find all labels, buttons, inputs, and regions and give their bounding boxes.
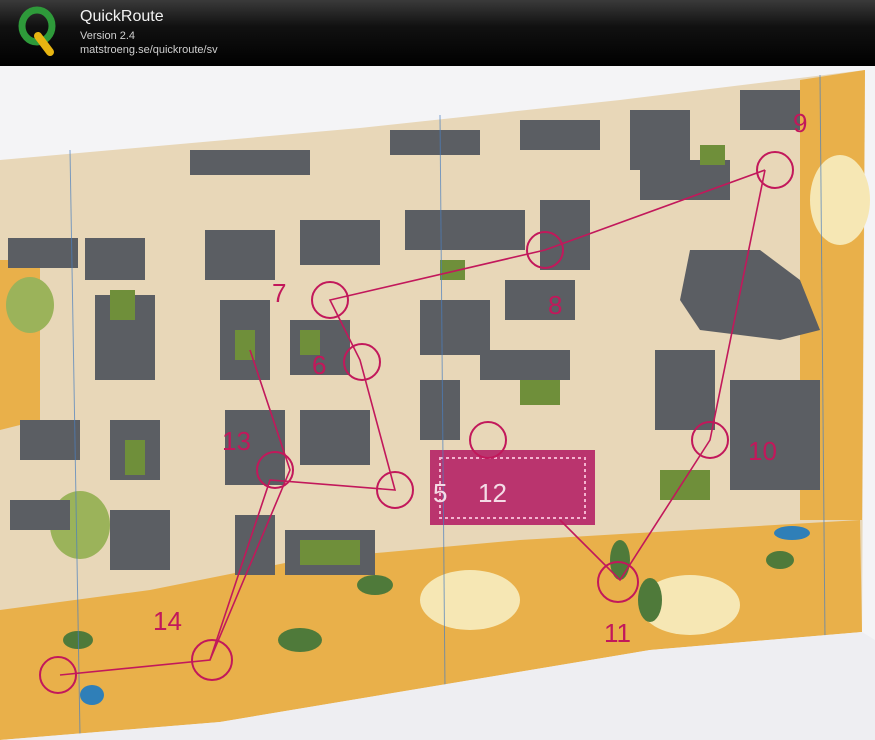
app-url[interactable]: matstroeng.se/quickroute/sv bbox=[80, 44, 218, 56]
control-number-10: 10 bbox=[748, 436, 777, 466]
control-number-11: 11 bbox=[604, 618, 631, 648]
map-photo[interactable]: 5 6 7 8 9 10 11 12 13 14 bbox=[0, 66, 875, 740]
app-version: Version 2.4 bbox=[80, 30, 136, 42]
control-number-5: 5 bbox=[433, 478, 447, 508]
control-number-7: 7 bbox=[272, 278, 286, 308]
restricted-area bbox=[430, 450, 595, 525]
orienteering-map: 5 6 7 8 9 10 11 12 13 14 bbox=[0, 70, 875, 740]
control-number-8: 8 bbox=[548, 290, 562, 320]
control-number-12: 12 bbox=[478, 478, 507, 508]
control-number-6: 6 bbox=[312, 350, 326, 380]
app-title: QuickRoute bbox=[80, 8, 164, 25]
water-pond bbox=[80, 685, 104, 705]
quickroute-logo-icon bbox=[18, 6, 56, 56]
app-header: QuickRoute Version 2.4 matstroeng.se/qui… bbox=[0, 0, 875, 66]
control-number-13: 13 bbox=[222, 426, 251, 456]
control-number-14: 14 bbox=[153, 606, 182, 636]
control-number-9: 9 bbox=[793, 108, 807, 138]
